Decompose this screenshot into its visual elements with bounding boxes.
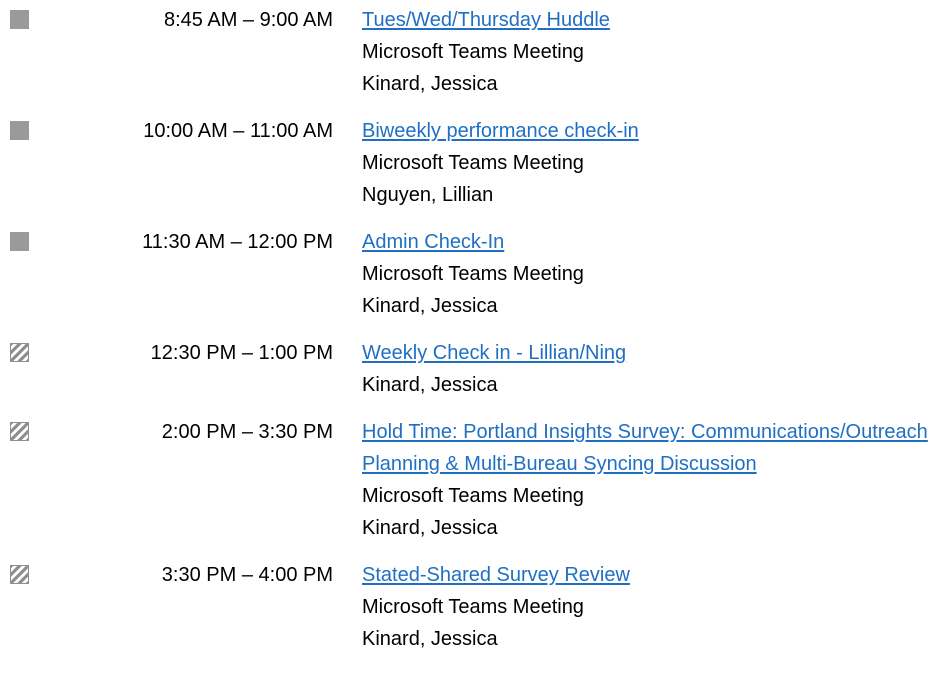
event-organizer: Kinard, Jessica: [362, 628, 498, 650]
event-location: Microsoft Teams Meeting: [362, 485, 584, 507]
event-organizer: Kinard, Jessica: [362, 374, 498, 396]
event-title-link[interactable]: Stated-Shared Survey Review: [362, 559, 933, 591]
event-location: Microsoft Teams Meeting: [362, 263, 584, 285]
event-details: Hold Time: Portland Insights Survey: Com…: [362, 416, 933, 544]
event-item: 3:30 PM – 4:00 PM Stated-Shared Survey R…: [0, 559, 933, 655]
event-organizer: Kinard, Jessica: [362, 73, 498, 95]
event-time: 3:30 PM – 4:00 PM: [161, 564, 333, 586]
event-title-link[interactable]: Admin Check-In: [362, 226, 933, 258]
event-time: 10:00 AM – 11:00 AM: [143, 120, 333, 142]
calendar-agenda: 8:45 AM – 9:00 AM Tues/Wed/Thursday Hudd…: [0, 4, 933, 670]
event-details: Weekly Check in - Lillian/Ning Kinard, J…: [362, 337, 933, 401]
event-organizer: Nguyen, Lillian: [362, 184, 494, 206]
event-time: 12:30 PM – 1:00 PM: [150, 342, 333, 364]
event-organizer: Kinard, Jessica: [362, 517, 498, 539]
event-details: Admin Check-In Microsoft Teams Meeting K…: [362, 226, 933, 322]
event-title-link[interactable]: Biweekly performance check-in: [362, 115, 933, 147]
event-location: Microsoft Teams Meeting: [362, 41, 584, 63]
event-location: Microsoft Teams Meeting: [362, 152, 584, 174]
event-title-link[interactable]: Hold Time: Portland Insights Survey: Com…: [362, 416, 933, 480]
event-organizer: Kinard, Jessica: [362, 295, 498, 317]
event-title-link[interactable]: Weekly Check in - Lillian/Ning: [362, 337, 933, 369]
event-location: Microsoft Teams Meeting: [362, 596, 584, 618]
event-item: 8:45 AM – 9:00 AM Tues/Wed/Thursday Hudd…: [0, 4, 933, 100]
event-item: 12:30 PM – 1:00 PM Weekly Check in - Lil…: [0, 337, 933, 401]
event-time: 8:45 AM – 9:00 AM: [164, 9, 333, 31]
event-details: Stated-Shared Survey Review Microsoft Te…: [362, 559, 933, 655]
event-details: Biweekly performance check-in Microsoft …: [362, 115, 933, 211]
event-time: 2:00 PM – 3:30 PM: [161, 421, 333, 443]
event-item: 10:00 AM – 11:00 AM Biweekly performance…: [0, 115, 933, 211]
event-item: 11:30 AM – 12:00 PM Admin Check-In Micro…: [0, 226, 933, 322]
event-item: 2:00 PM – 3:30 PM Hold Time: Portland In…: [0, 416, 933, 544]
event-time: 11:30 AM – 12:00 PM: [142, 231, 333, 253]
event-details: Tues/Wed/Thursday Huddle Microsoft Teams…: [362, 4, 933, 100]
event-title-link[interactable]: Tues/Wed/Thursday Huddle: [362, 4, 933, 36]
